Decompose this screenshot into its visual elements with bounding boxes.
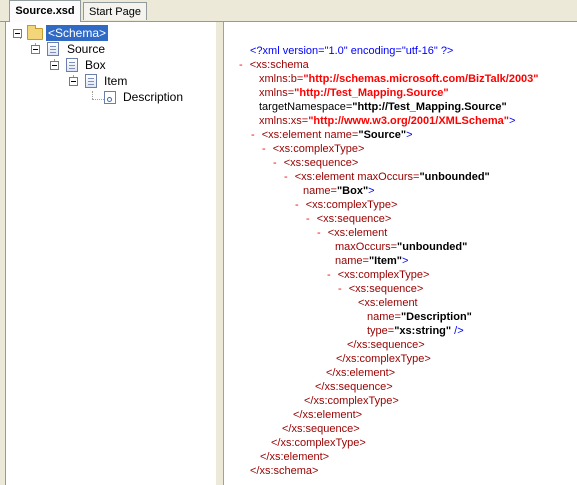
xml-sequence-open[interactable]: - <xs:sequence> [273,156,358,170]
xml-element-close: </xs:element> [326,367,396,379]
xml-view-pane: <?xml version="1.0" encoding="utf-16" ?>… [223,22,577,485]
xml-sequence-close: </xs:sequence> [315,381,393,393]
xml-attr-line: type="xs:string" /> [367,325,464,337]
tree-node-description[interactable]: Description [6,89,216,105]
xml-complextype-close: </xs:complexType> [336,353,431,365]
tab-source-xsd[interactable]: Source.xsd [9,0,81,22]
pane-splitter[interactable] [216,22,223,485]
tree-node-label: <Schema> [46,25,109,41]
element-node-icon [47,42,59,56]
element-node-icon [85,74,97,88]
tree-node-item[interactable]: Item [6,73,216,89]
xml-element-close: </xs:element> [260,451,330,463]
open-folder-icon [27,25,43,40]
tree-node-label: Source [67,42,106,56]
collapse-toggle-icon[interactable] [13,29,22,38]
xml-element-item[interactable]: - <xs:element [317,226,387,240]
xml-complextype-open[interactable]: - <xs:complexType> [295,198,397,212]
tree-node-label: Item [104,74,128,88]
schema-tree-pane: <Schema> Source Box Item Description [5,22,217,485]
tree-node-label: Box [85,58,106,72]
document-tab-strip: Start Page Source.xsd [0,0,577,22]
xml-attr-line: name="Item"> [335,255,409,267]
collapse-toggle-icon[interactable] [69,77,78,86]
xml-sequence-open[interactable]: - <xs:sequence> [338,282,423,296]
tab-start-page[interactable]: Start Page [83,2,147,20]
xml-attr-line: maxOccurs="unbounded" [335,241,468,253]
xml-element-description[interactable]: <xs:element [358,296,418,310]
tree-node-box[interactable]: Box [6,57,216,73]
tree-node-schema[interactable]: <Schema> [6,25,216,41]
xml-sequence-close: </xs:sequence> [282,423,360,435]
xml-complextype-close: </xs:complexType> [271,437,366,449]
xml-attr-line: targetNamespace="http://Test_Mapping.Sou… [259,101,507,113]
xml-element-source[interactable]: - <xs:element name="Source"> [251,128,413,142]
xml-complextype-open[interactable]: - <xs:complexType> [262,142,364,156]
element-node-icon [66,58,78,72]
xml-attr-line: xmlns="http://Test_Mapping.Source" [259,87,449,99]
xml-attr-line: name="Description" [367,311,472,323]
xml-attr-line: xmlns:xs="http://www.w3.org/2001/XMLSche… [259,115,516,127]
xml-declaration: <?xml version="1.0" encoding="utf-16" ?> [250,45,454,57]
collapse-toggle-icon[interactable] [50,61,59,70]
xml-schema-open[interactable]: - <xs:schema [239,58,309,72]
xml-element-box[interactable]: - <xs:element maxOccurs="unbounded" [284,170,490,184]
collapse-toggle-icon[interactable] [31,45,40,54]
xml-complextype-close: </xs:complexType> [304,395,399,407]
tree-node-source[interactable]: Source [6,41,216,57]
xml-element-close: </xs:element> [293,409,363,421]
xml-schema-close: </xs:schema> [250,465,319,477]
xml-sequence-open[interactable]: - <xs:sequence> [306,212,391,226]
xml-sequence-close: </xs:sequence> [347,339,425,351]
xml-complextype-open[interactable]: - <xs:complexType> [327,268,429,282]
field-element-icon [104,91,116,104]
xml-attr-line: xmlns:b="http://schemas.microsoft.com/Bi… [259,73,539,85]
xml-attr-line: name="Box"> [303,185,375,197]
tree-node-label: Description [123,90,184,104]
